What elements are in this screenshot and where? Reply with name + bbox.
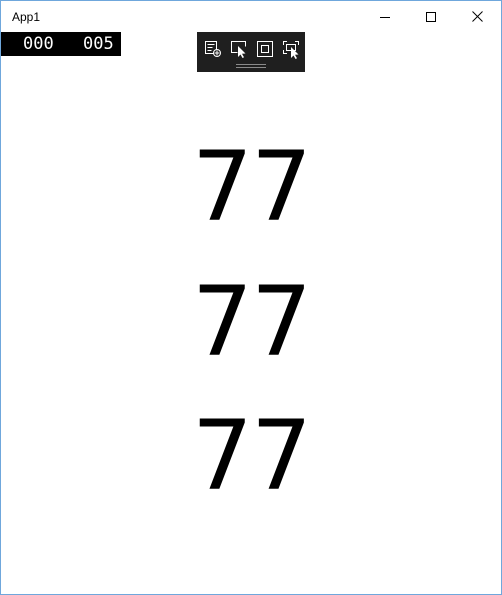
track-focus-icon (281, 39, 301, 59)
track-focus-button[interactable] (281, 39, 301, 59)
title-bar[interactable]: App1 (1, 1, 501, 32)
select-element-button[interactable] (229, 39, 249, 59)
in-app-debug-toolbar (197, 32, 305, 72)
frame-counter-value-2: 005 (83, 34, 114, 54)
number-display-3: 77 (191, 400, 312, 512)
frame-counter-value-1: 000 (23, 34, 54, 54)
close-icon (471, 11, 483, 22)
number-display-2: 77 (191, 266, 312, 378)
minimize-button[interactable] (362, 1, 408, 32)
layout-adorners-button[interactable] (255, 39, 275, 59)
live-visual-tree-icon (203, 39, 223, 59)
app-window: App1 000 005 77 77 77 (0, 0, 502, 595)
live-visual-tree-button[interactable] (203, 39, 223, 59)
close-button[interactable] (454, 1, 500, 32)
frame-rate-counter: 000 005 (1, 32, 121, 56)
maximize-button[interactable] (408, 1, 454, 32)
select-element-icon (229, 39, 249, 59)
minimize-icon (380, 12, 390, 22)
layout-adorners-icon (255, 39, 275, 59)
window-title: App1 (12, 10, 41, 24)
toolbar-collapse-grip[interactable] (236, 64, 266, 68)
maximize-icon (426, 11, 436, 22)
number-display-1: 77 (191, 131, 312, 243)
